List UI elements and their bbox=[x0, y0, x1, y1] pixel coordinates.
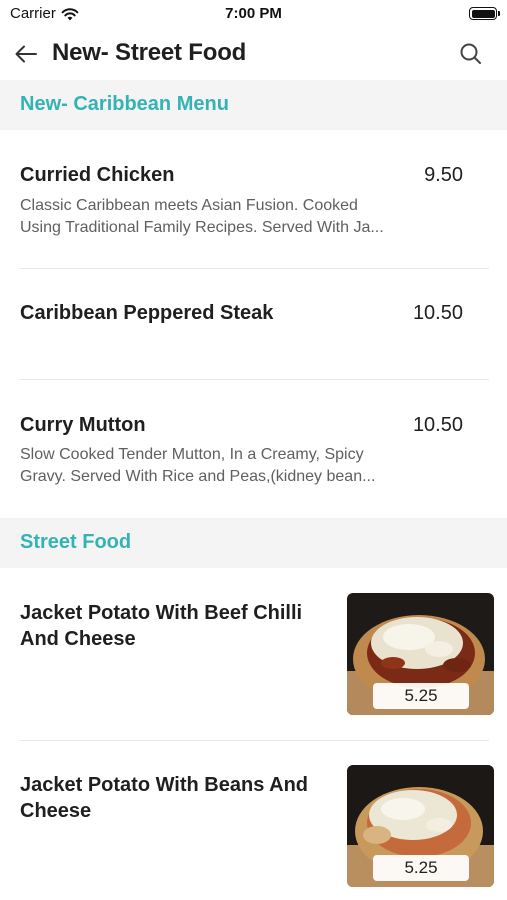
item-name: Curry Mutton bbox=[20, 414, 146, 436]
nav-bar: New- Street Food bbox=[0, 28, 507, 80]
back-arrow-icon[interactable] bbox=[12, 40, 40, 68]
item-name: And Cheese bbox=[20, 628, 136, 650]
item-name: Jacket Potato With Beans And bbox=[20, 774, 309, 796]
section-header-street-food: Street Food bbox=[0, 518, 507, 568]
item-name: Cheese bbox=[20, 800, 92, 822]
item-price: 5.25 bbox=[373, 855, 469, 881]
menu-item-caribbean-peppered-steak[interactable]: Caribbean Peppered Steak 10.50 bbox=[0, 269, 507, 380]
item-price: 5.25 bbox=[373, 683, 469, 709]
status-time: 7:00 PM bbox=[225, 5, 282, 22]
item-name: Jacket Potato With Beef Chilli bbox=[20, 602, 303, 624]
search-icon[interactable] bbox=[457, 40, 485, 68]
item-name: Caribbean Peppered Steak bbox=[20, 302, 274, 324]
item-price: 9.50 bbox=[424, 164, 463, 186]
section-header-caribbean: New- Caribbean Menu bbox=[0, 80, 507, 130]
item-description: Classic Caribbean meets Asian Fusion. Co… bbox=[20, 197, 358, 214]
item-price: 10.50 bbox=[412, 302, 463, 324]
item-name: Curried Chicken bbox=[20, 164, 175, 186]
status-bar: Carrier 7:00 PM bbox=[0, 0, 507, 28]
battery-icon bbox=[469, 7, 500, 20]
menu-item-curry-mutton[interactable]: Curry Mutton 10.50 Slow Cooked Tender Mu… bbox=[0, 380, 507, 518]
menu-item-jacket-potato-beans[interactable]: Jacket Potato With Beans And Cheese 5.25 bbox=[0, 741, 507, 900]
section-title: Street Food bbox=[20, 531, 132, 553]
item-description: Slow Cooked Tender Mutton, In a Creamy, … bbox=[20, 446, 364, 463]
item-description: Gravy. Served With Rice and Peas,(kidney… bbox=[20, 468, 376, 485]
item-description: Using Traditional Family Recipes. Served… bbox=[20, 219, 384, 236]
item-price: 10.50 bbox=[412, 414, 463, 436]
food-image[interactable]: 5.25 bbox=[347, 593, 494, 715]
section-title: New- Caribbean Menu bbox=[20, 93, 229, 115]
page-title: New- Street Food bbox=[52, 39, 247, 66]
food-image[interactable]: 5.25 bbox=[347, 765, 494, 887]
menu-item-curried-chicken[interactable]: Curried Chicken 9.50 Classic Caribbean m… bbox=[0, 130, 507, 269]
menu-item-jacket-potato-beef-chilli[interactable]: Jacket Potato With Beef Chilli And Chees… bbox=[0, 568, 507, 740]
